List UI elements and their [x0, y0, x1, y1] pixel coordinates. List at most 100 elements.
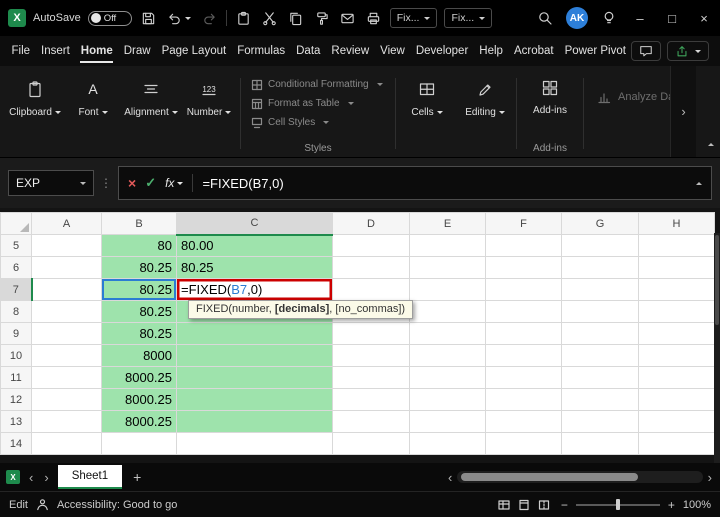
row-header-12[interactable]: 12	[0, 388, 32, 411]
cell-F7[interactable]	[485, 278, 562, 301]
cell-styles-button[interactable]: Cell Styles	[251, 113, 391, 132]
cell-B10[interactable]: 8000	[101, 344, 177, 367]
cell-C10[interactable]	[176, 344, 333, 367]
cell-C9[interactable]	[176, 322, 333, 345]
quick-access-dropdown-1[interactable]: Fix...	[389, 8, 438, 28]
cell-H6[interactable]	[638, 256, 715, 279]
cell-B14[interactable]	[101, 432, 177, 455]
cell-D10[interactable]	[332, 344, 410, 367]
menu-tab-view[interactable]: View	[375, 36, 411, 66]
row-header-5[interactable]: 5	[0, 234, 32, 257]
ribbon-group-clipboard[interactable]: Clipboard	[6, 70, 64, 157]
cell-D14[interactable]	[332, 432, 410, 455]
format-as-table-button[interactable]: Format as Table	[251, 94, 391, 113]
excel-logo-icon[interactable]: X	[8, 9, 26, 27]
cell-G12[interactable]	[561, 388, 639, 411]
name-box[interactable]: EXP	[8, 170, 94, 196]
cell-H5[interactable]	[638, 234, 715, 257]
chevron-down-icon[interactable]	[80, 181, 86, 185]
cell-D9[interactable]	[332, 322, 410, 345]
vertical-scrollbar[interactable]	[714, 233, 720, 463]
row-header-7[interactable]: 7	[0, 278, 33, 301]
cell-H10[interactable]	[638, 344, 715, 367]
page-break-view-button[interactable]	[537, 498, 551, 512]
menu-tab-review[interactable]: Review	[326, 36, 375, 66]
cell-B5[interactable]: 80	[101, 234, 177, 257]
menu-tab-home[interactable]: Home	[75, 36, 118, 66]
cell-C14[interactable]	[176, 432, 333, 455]
ribbon-group-alignment[interactable]: Alignment	[122, 70, 180, 157]
column-header-B[interactable]: B	[101, 212, 177, 235]
cell-B11[interactable]: 8000.25	[101, 366, 177, 389]
cell-E5[interactable]	[409, 234, 486, 257]
cell-G6[interactable]	[561, 256, 639, 279]
cell-G9[interactable]	[561, 322, 639, 345]
scrollbar-thumb[interactable]	[461, 473, 638, 481]
cell-G8[interactable]	[561, 300, 639, 323]
cell-G14[interactable]	[561, 432, 639, 455]
menu-tab-developer[interactable]: Developer	[410, 36, 473, 66]
cell-H9[interactable]	[638, 322, 715, 345]
autosave-toggle[interactable]: Off	[87, 10, 132, 26]
cell-G10[interactable]	[561, 344, 639, 367]
column-header-A[interactable]: A	[31, 212, 102, 235]
scrollbar-thumb[interactable]	[715, 235, 719, 325]
format-painter-button[interactable]	[312, 9, 331, 28]
row-header-10[interactable]: 10	[0, 344, 32, 367]
ribbon-group-font[interactable]: A Font	[64, 70, 122, 157]
paste-button[interactable]	[234, 9, 253, 28]
undo-button[interactable]	[165, 9, 193, 28]
cell-B7[interactable]: 80.25	[101, 278, 177, 301]
cell-H11[interactable]	[638, 366, 715, 389]
expand-formula-bar-button[interactable]	[696, 181, 702, 185]
cell-A14[interactable]	[31, 432, 102, 455]
cell-A7[interactable]	[31, 278, 102, 301]
menu-tab-draw[interactable]: Draw	[118, 36, 156, 66]
hscroll-left-button[interactable]: ‹	[446, 470, 454, 485]
cancel-button[interactable]: ×	[128, 175, 136, 191]
row-header-11[interactable]: 11	[0, 366, 32, 389]
row-header-6[interactable]: 6	[0, 256, 32, 279]
cell-D5[interactable]	[332, 234, 410, 257]
cell-F5[interactable]	[485, 234, 562, 257]
cell-E14[interactable]	[409, 432, 486, 455]
cell-A6[interactable]	[31, 256, 102, 279]
select-all-corner[interactable]	[0, 212, 32, 235]
cell-H13[interactable]	[638, 410, 715, 433]
zoom-out-button[interactable]: −	[561, 498, 568, 512]
conditional-formatting-button[interactable]: Conditional Formatting	[251, 75, 391, 94]
cell-A10[interactable]	[31, 344, 102, 367]
cell-C13[interactable]	[176, 410, 333, 433]
collapse-ribbon-button[interactable]	[705, 133, 714, 151]
cell-F6[interactable]	[485, 256, 562, 279]
cell-H7[interactable]	[638, 278, 715, 301]
cell-A13[interactable]	[31, 410, 102, 433]
cell-C5[interactable]: 80.00	[176, 234, 333, 257]
sheet-nav-left[interactable]: ‹	[27, 470, 35, 485]
cell-F14[interactable]	[485, 432, 562, 455]
row-header-13[interactable]: 13	[0, 410, 32, 433]
new-sheet-button[interactable]: +	[129, 469, 145, 485]
email-button[interactable]	[338, 9, 357, 28]
cell-A9[interactable]	[31, 322, 102, 345]
cell-F12[interactable]	[485, 388, 562, 411]
zoom-in-button[interactable]: +	[668, 498, 675, 512]
cell-D13[interactable]	[332, 410, 410, 433]
cell-D7[interactable]	[332, 278, 410, 301]
cell-B6[interactable]: 80.25	[101, 256, 177, 279]
column-header-E[interactable]: E	[409, 212, 486, 235]
column-header-H[interactable]: H	[638, 212, 715, 235]
ribbon-group-editing[interactable]: Editing	[456, 70, 514, 157]
column-header-C[interactable]: C	[176, 212, 333, 236]
accessibility-status[interactable]: Accessibility: Good to go	[57, 499, 177, 511]
cell-B13[interactable]: 8000.25	[101, 410, 177, 433]
menu-tab-acrobat[interactable]: Acrobat	[508, 36, 559, 66]
cell-E13[interactable]	[409, 410, 486, 433]
quick-access-dropdown-2[interactable]: Fix...	[444, 8, 493, 28]
column-header-F[interactable]: F	[485, 212, 562, 235]
slider-thumb[interactable]	[615, 499, 620, 510]
save-button[interactable]	[139, 9, 158, 28]
zoom-slider[interactable]	[575, 498, 660, 512]
column-header-G[interactable]: G	[561, 212, 639, 235]
menu-tab-power-pivot[interactable]: Power Pivot	[559, 36, 631, 66]
